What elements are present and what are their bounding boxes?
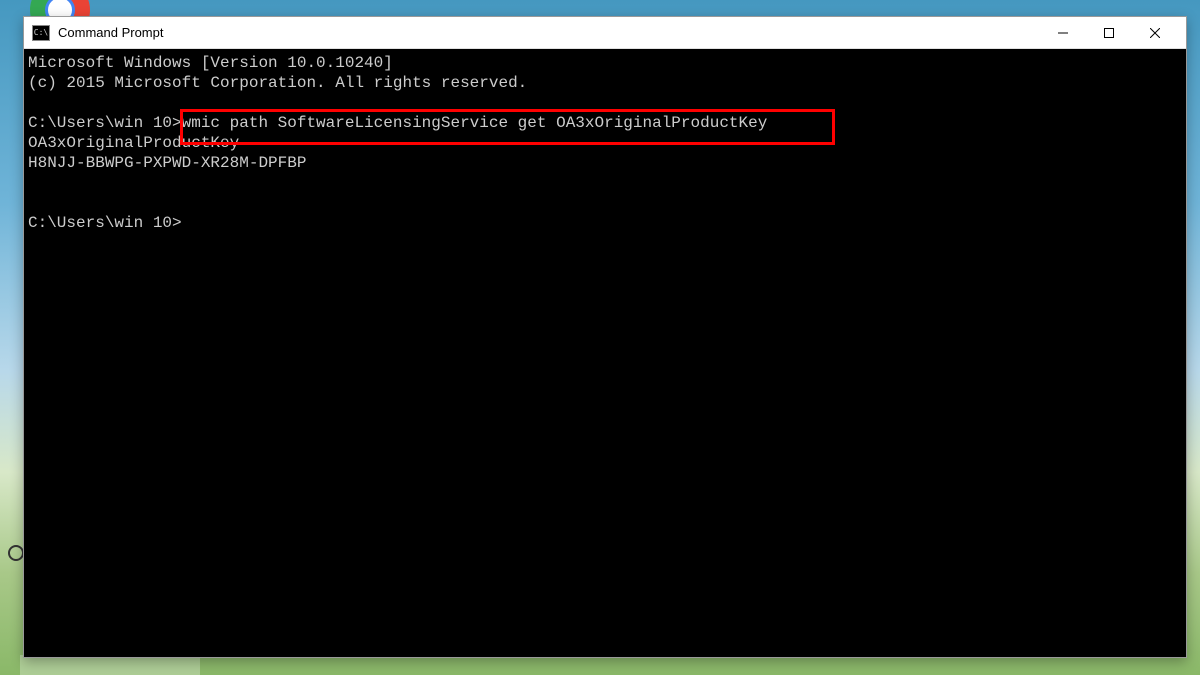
window-controls xyxy=(1040,18,1178,48)
terminal-area[interactable]: Microsoft Windows [Version 10.0.10240] (… xyxy=(24,49,1186,657)
minimize-icon xyxy=(1058,28,1068,38)
terminal-output: OA3xOriginalProductKey xyxy=(28,134,239,152)
maximize-icon xyxy=(1104,28,1114,38)
close-icon xyxy=(1150,28,1160,38)
terminal-line: Microsoft Windows [Version 10.0.10240] xyxy=(28,54,393,72)
terminal-line: (c) 2015 Microsoft Corporation. All righ… xyxy=(28,74,527,92)
titlebar[interactable]: C:\ Command Prompt xyxy=(24,17,1186,49)
command-prompt-window: C:\ Command Prompt Microsoft Windows [Ve… xyxy=(23,16,1187,658)
terminal-prompt: C:\Users\win 10> xyxy=(28,114,182,132)
maximize-button[interactable] xyxy=(1086,18,1132,48)
terminal-prompt: C:\Users\win 10> xyxy=(28,214,182,232)
terminal-output: H8NJJ-BBWPG-PXPWD-XR28M-DPFBP xyxy=(28,154,306,172)
window-title: Command Prompt xyxy=(58,25,1040,40)
minimize-button[interactable] xyxy=(1040,18,1086,48)
taskbar-fragment xyxy=(20,655,200,675)
close-button[interactable] xyxy=(1132,18,1178,48)
terminal-command: wmic path SoftwareLicensingService get O… xyxy=(182,114,768,132)
cmd-icon: C:\ xyxy=(32,25,50,41)
desktop-shortcut-icon[interactable] xyxy=(8,545,24,561)
